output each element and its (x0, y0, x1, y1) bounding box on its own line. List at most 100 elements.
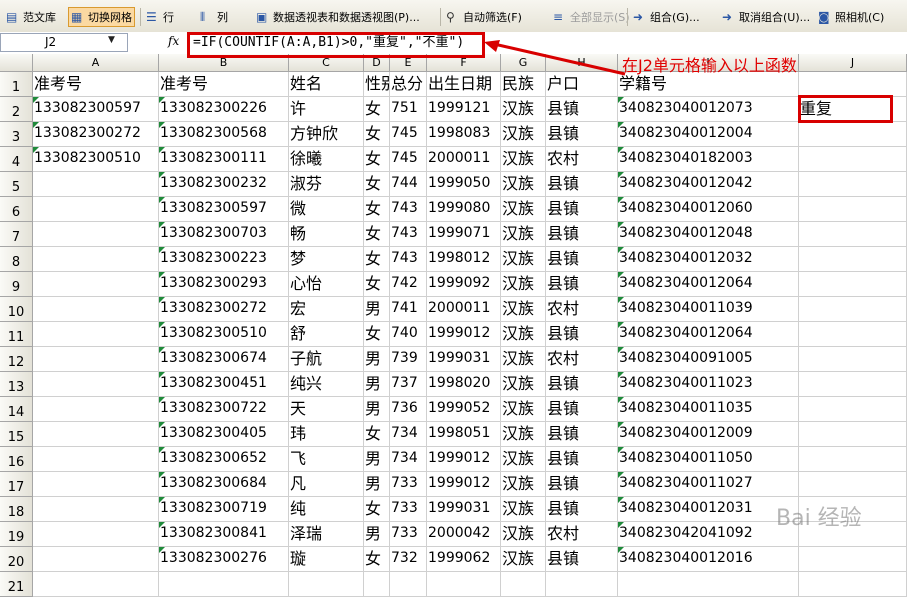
cell-I11[interactable]: 340823040012064 (618, 322, 799, 347)
cell-G14[interactable]: 汉族 (501, 397, 546, 422)
cell-F3[interactable]: 1998083 (427, 122, 501, 147)
cell-J20[interactable] (799, 547, 907, 572)
row-header-7[interactable]: 7 (0, 222, 33, 247)
cell-J2[interactable]: 重复 (799, 97, 907, 122)
cell-E4[interactable]: 745 (390, 147, 427, 172)
cell-E15[interactable]: 734 (390, 422, 427, 447)
cell-A3[interactable]: 133082300272 (33, 122, 159, 147)
cell-A9[interactable] (33, 272, 159, 297)
cell-D1[interactable]: 性别 (364, 72, 390, 97)
cell-F5[interactable]: 1999050 (427, 172, 501, 197)
cell-I7[interactable]: 340823040012048 (618, 222, 799, 247)
cell-J12[interactable] (799, 347, 907, 372)
cell-D16[interactable]: 男 (364, 447, 390, 472)
cell-D9[interactable]: 女 (364, 272, 390, 297)
cell-C9[interactable]: 心怡 (289, 272, 364, 297)
cell-F7[interactable]: 1999071 (427, 222, 501, 247)
toolbar-button-7[interactable]: ➜ 组合(G)... (633, 8, 700, 26)
cell-I18[interactable]: 340823040012031 (618, 497, 799, 522)
cell-F11[interactable]: 1999012 (427, 322, 501, 347)
cell-B2[interactable]: 133082300226 (159, 97, 289, 122)
cell-H4[interactable]: 农村 (546, 147, 618, 172)
cell-C20[interactable]: 璇 (289, 547, 364, 572)
cell-C6[interactable]: 微 (289, 197, 364, 222)
cell-I19[interactable]: 340823042041092 (618, 522, 799, 547)
cell-C15[interactable]: 玮 (289, 422, 364, 447)
cell-G7[interactable]: 汉族 (501, 222, 546, 247)
cell-B8[interactable]: 133082300223 (159, 247, 289, 272)
toolbar-button-2[interactable]: ☰ 行 (146, 8, 174, 26)
cell-I14[interactable]: 340823040011035 (618, 397, 799, 422)
cell-H16[interactable]: 县镇 (546, 447, 618, 472)
cell-D13[interactable]: 男 (364, 372, 390, 397)
cell-E5[interactable]: 744 (390, 172, 427, 197)
cell-A5[interactable] (33, 172, 159, 197)
cell-J3[interactable] (799, 122, 907, 147)
cell-D2[interactable]: 女 (364, 97, 390, 122)
cell-C12[interactable]: 子航 (289, 347, 364, 372)
cell-A17[interactable] (33, 472, 159, 497)
cell-F8[interactable]: 1998012 (427, 247, 501, 272)
cell-H12[interactable]: 农村 (546, 347, 618, 372)
cell-C19[interactable]: 泽瑞 (289, 522, 364, 547)
cell-J5[interactable] (799, 172, 907, 197)
column-header-E[interactable]: E (390, 54, 427, 72)
cell-D7[interactable]: 女 (364, 222, 390, 247)
cell-C17[interactable]: 凡 (289, 472, 364, 497)
cell-F13[interactable]: 1998020 (427, 372, 501, 397)
cell-D12[interactable]: 男 (364, 347, 390, 372)
cell-A15[interactable] (33, 422, 159, 447)
cell-F18[interactable]: 1999031 (427, 497, 501, 522)
cell-D18[interactable]: 女 (364, 497, 390, 522)
cell-B5[interactable]: 133082300232 (159, 172, 289, 197)
cell-E17[interactable]: 733 (390, 472, 427, 497)
cell-H19[interactable]: 农村 (546, 522, 618, 547)
cell-G12[interactable]: 汉族 (501, 347, 546, 372)
cell-H15[interactable]: 县镇 (546, 422, 618, 447)
row-header-16[interactable]: 16 (0, 447, 33, 472)
toolbar-button-5[interactable]: ⚲ 自动筛选(F) (446, 8, 522, 26)
cell-G6[interactable]: 汉族 (501, 197, 546, 222)
cell-A11[interactable] (33, 322, 159, 347)
toolbar-button-6[interactable]: ≡ 全部显示(S) (553, 8, 630, 26)
cell-B13[interactable]: 133082300451 (159, 372, 289, 397)
cell-C10[interactable]: 宏 (289, 297, 364, 322)
cell-E6[interactable]: 743 (390, 197, 427, 222)
column-header-A[interactable]: A (33, 54, 159, 72)
row-header-5[interactable]: 5 (0, 172, 33, 197)
cell-A7[interactable] (33, 222, 159, 247)
cell-F16[interactable]: 1999012 (427, 447, 501, 472)
cell-A14[interactable] (33, 397, 159, 422)
toolbar-button-1[interactable]: ▦ 切换网格 (68, 7, 135, 27)
cell-J14[interactable] (799, 397, 907, 422)
cell-A6[interactable] (33, 197, 159, 222)
cell-H5[interactable]: 县镇 (546, 172, 618, 197)
cell-G3[interactable]: 汉族 (501, 122, 546, 147)
cell-J17[interactable] (799, 472, 907, 497)
cell-E7[interactable]: 743 (390, 222, 427, 247)
cell-D3[interactable]: 女 (364, 122, 390, 147)
cell-H13[interactable]: 县镇 (546, 372, 618, 397)
cell-G16[interactable]: 汉族 (501, 447, 546, 472)
cell-I9[interactable]: 340823040012064 (618, 272, 799, 297)
cell-H11[interactable]: 县镇 (546, 322, 618, 347)
cell-A12[interactable] (33, 347, 159, 372)
row-header-12[interactable]: 12 (0, 347, 33, 372)
row-header-9[interactable]: 9 (0, 272, 33, 297)
cell-G4[interactable]: 汉族 (501, 147, 546, 172)
insert-function-icon[interactable]: fx (168, 34, 179, 48)
cell-I6[interactable]: 340823040012060 (618, 197, 799, 222)
row-header-2[interactable]: 2 (0, 97, 33, 122)
cell-I17[interactable]: 340823040011027 (618, 472, 799, 497)
cell-C13[interactable]: 纯兴 (289, 372, 364, 397)
cell-G8[interactable]: 汉族 (501, 247, 546, 272)
cell-B9[interactable]: 133082300293 (159, 272, 289, 297)
formula-input[interactable]: =IF(COUNTIF(A:A,B1)>0,"重复","不重") (193, 33, 464, 52)
cell-J15[interactable] (799, 422, 907, 447)
cell-E10[interactable]: 741 (390, 297, 427, 322)
cell-H20[interactable]: 县镇 (546, 547, 618, 572)
row-header-1[interactable]: 1 (0, 72, 33, 97)
cell-G2[interactable]: 汉族 (501, 97, 546, 122)
cell-C8[interactable]: 梦 (289, 247, 364, 272)
row-header-18[interactable]: 18 (0, 497, 33, 522)
